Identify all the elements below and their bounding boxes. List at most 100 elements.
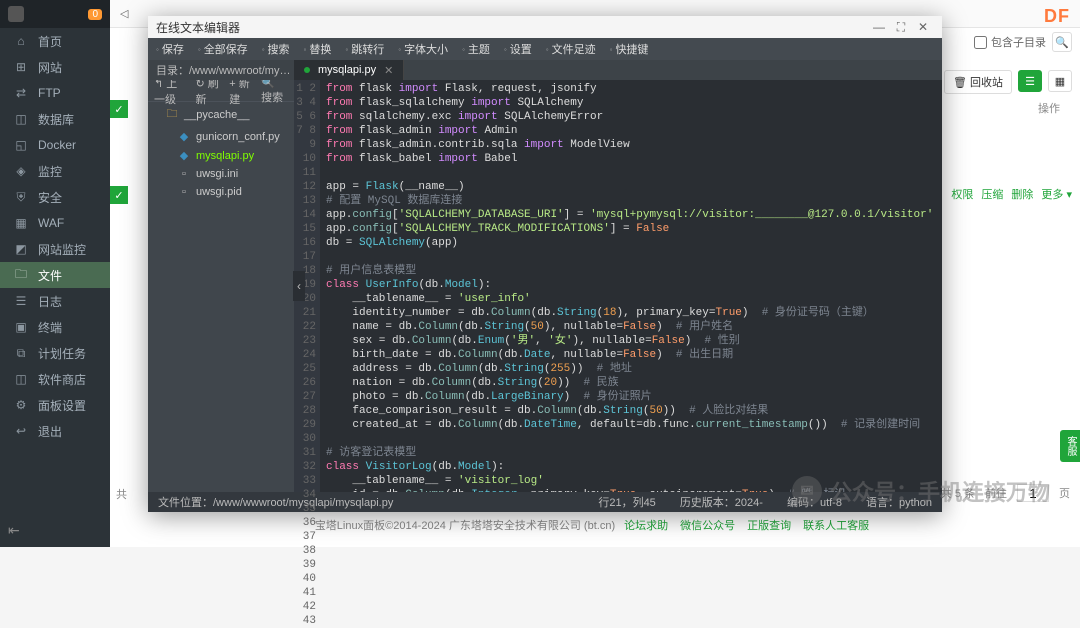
filetree-item[interactable]: ◆gunicorn_conf.py: [148, 127, 294, 146]
nav-item-3[interactable]: ◫数据库: [0, 106, 110, 132]
status-encoding[interactable]: 编码：utf-8: [787, 494, 842, 510]
nav-label: 网站监控: [38, 241, 86, 258]
tab-modified-indicator: [304, 67, 310, 73]
nav-icon: ☰: [14, 294, 28, 308]
maximize-button[interactable]: ⛶: [890, 20, 912, 35]
footer-page-input[interactable]: [1017, 484, 1049, 502]
recycle-bin-button[interactable]: 🗑 回收站: [944, 70, 1012, 94]
nav-label: 日志: [38, 293, 62, 310]
row-action[interactable]: 删除: [1011, 186, 1033, 202]
footer-link[interactable]: 联系人工客服: [803, 520, 869, 532]
nav-icon: ⌂: [14, 34, 28, 48]
tab-filename: mysqlapi.py: [318, 64, 376, 76]
filetree-tool-3[interactable]: 🔍 搜索: [261, 80, 288, 105]
nav-item-11[interactable]: ▣终端: [0, 314, 110, 340]
filetree-tool-0[interactable]: ↰ 上一级: [154, 80, 185, 107]
nav-item-5[interactable]: ◈ 监控: [0, 158, 110, 184]
filetree-item-name: gunicorn_conf.py: [196, 131, 280, 143]
editor-toolbar-item-2[interactable]: 搜索: [262, 41, 290, 57]
editor-toolbar-item-6[interactable]: 主题: [462, 41, 490, 57]
status-history[interactable]: 历史版本：2024-: [680, 494, 763, 510]
include-subdir-checkbox[interactable]: 包含子目录: [974, 34, 1046, 50]
filetree-item[interactable]: ▫uwsgi.ini: [148, 165, 294, 183]
list-view-button[interactable]: ☰: [1018, 70, 1042, 92]
sidebar-collapse-button[interactable]: ⇤: [8, 522, 20, 538]
back-icon[interactable]: ◁: [120, 7, 128, 20]
nav-item-6[interactable]: ⛨安全: [0, 184, 110, 210]
support-tab[interactable]: 客服: [1060, 430, 1080, 462]
footer-link[interactable]: 正版查询: [747, 520, 791, 532]
nav-item-10[interactable]: ☰ 日志: [0, 288, 110, 314]
editor-toolbar-item-5[interactable]: 字体大小: [398, 41, 448, 57]
nav-label: 软件商店: [38, 371, 86, 388]
editor-toolbar-item-0[interactable]: 保存: [156, 41, 184, 57]
filetree-item[interactable]: ▫uwsgi.pid: [148, 183, 294, 201]
text-editor-modal: 在线文本编辑器 — ⛶ ✕ 保存全部保存搜索替换跳转行字体大小主题设置文件足迹快…: [148, 16, 942, 512]
nav-item-13[interactable]: ◫软件商店: [0, 366, 110, 392]
row-action[interactable]: 更多 ▾: [1041, 186, 1072, 202]
footer-selection-count: 共: [116, 486, 127, 502]
nav-label: 首页: [38, 33, 62, 50]
row-check-1[interactable]: ✓: [110, 100, 128, 118]
nav-item-2[interactable]: ⇄FTP: [0, 80, 110, 106]
nav-icon: ⧉: [14, 346, 28, 361]
nav-label: 监控: [38, 163, 62, 180]
nav-icon: ▣: [14, 320, 28, 334]
footer-link[interactable]: 微信公众号: [680, 520, 735, 532]
close-button[interactable]: ✕: [912, 20, 934, 34]
filetree-tool-2[interactable]: + 新建: [229, 80, 251, 107]
folder-icon: 🗀: [166, 105, 178, 124]
nav-item-0[interactable]: ⌂ 首页: [0, 28, 110, 54]
filetree-tool-1[interactable]: ↻ 刷新: [195, 80, 219, 107]
filetree-item[interactable]: 🗀 __pycache__: [148, 102, 294, 127]
modal-title-text: 在线文本编辑器: [156, 19, 240, 36]
path-label: 目录：: [156, 65, 189, 77]
editor-tab[interactable]: mysqlapi.py ✕: [294, 60, 404, 80]
nav-icon: ↩: [14, 424, 28, 438]
main-sidebar: 0 ⌂ 首页 ⊞网站⇄FTP◫数据库◱Docker ◈ 监控 ⛨安全▦WAF◩网站监控 🗀 文…: [0, 0, 110, 547]
row-action[interactable]: 权限: [951, 186, 973, 202]
filetree-item-name: __pycache__: [184, 109, 249, 121]
file-icon: ▫: [178, 168, 190, 180]
nav-icon: ▦: [14, 216, 28, 230]
nav-label: 文件: [38, 267, 62, 284]
nav-label: 面板设置: [38, 397, 86, 414]
logo-df: DF: [1044, 6, 1070, 27]
status-language[interactable]: 语言：python: [866, 494, 932, 510]
search-button[interactable]: 🔍: [1052, 32, 1072, 52]
nav-item-4[interactable]: ◱Docker: [0, 132, 110, 158]
editor-toolbar-item-4[interactable]: 跳转行: [345, 41, 384, 57]
editor-toolbar-item-8[interactable]: 文件足迹: [546, 41, 596, 57]
editor-toolbar-item-7[interactable]: 设置: [504, 41, 532, 57]
editor-toolbar-item-3[interactable]: 替换: [304, 41, 332, 57]
tab-close-icon[interactable]: ✕: [384, 64, 393, 77]
row-action[interactable]: 压缩: [981, 186, 1003, 202]
editor-toolbar-item-1[interactable]: 全部保存: [198, 41, 248, 57]
editor-path: /www/wwwroot/mysqlapi: [189, 65, 294, 77]
footer-link[interactable]: 论坛求助: [624, 520, 668, 532]
footer-total: 共 5 条: [941, 485, 975, 501]
avatar[interactable]: [8, 6, 24, 22]
row-check-2[interactable]: ✓: [110, 186, 128, 204]
grid-view-button[interactable]: ▦: [1048, 70, 1072, 92]
status-filepath: 文件位置：/www/wwwroot/mysqlapi/mysqlapi.py: [158, 494, 574, 510]
code-editor[interactable]: ‹ 1 2 3 4 5 6 7 8 9 10 11 12 13 14 15 16…: [294, 80, 942, 492]
editor-toolbar-item-9[interactable]: 快捷键: [610, 41, 649, 57]
filetree-item[interactable]: ◆mysqlapi.py: [148, 146, 294, 165]
nav-icon: ⊞: [14, 60, 28, 74]
minimize-button[interactable]: —: [868, 20, 890, 34]
nav-label: 退出: [38, 423, 62, 440]
nav-item-7[interactable]: ▦WAF: [0, 210, 110, 236]
nav-item-9[interactable]: 🗀 文件: [0, 262, 110, 288]
nav-item-1[interactable]: ⊞网站: [0, 54, 110, 80]
nav-icon: 🗀: [14, 265, 28, 286]
tree-collapse-icon[interactable]: ‹: [293, 271, 305, 301]
notification-badge[interactable]: 0: [88, 9, 102, 20]
nav-item-15[interactable]: ↩ 退出: [0, 418, 110, 444]
nav-item-12[interactable]: ⧉计划任务: [0, 340, 110, 366]
modal-titlebar[interactable]: 在线文本编辑器 — ⛶ ✕: [148, 16, 942, 38]
nav-icon: ⇄: [14, 86, 28, 100]
nav-icon: ◈: [14, 164, 28, 178]
nav-item-8[interactable]: ◩网站监控: [0, 236, 110, 262]
nav-item-14[interactable]: ⚙面板设置: [0, 392, 110, 418]
